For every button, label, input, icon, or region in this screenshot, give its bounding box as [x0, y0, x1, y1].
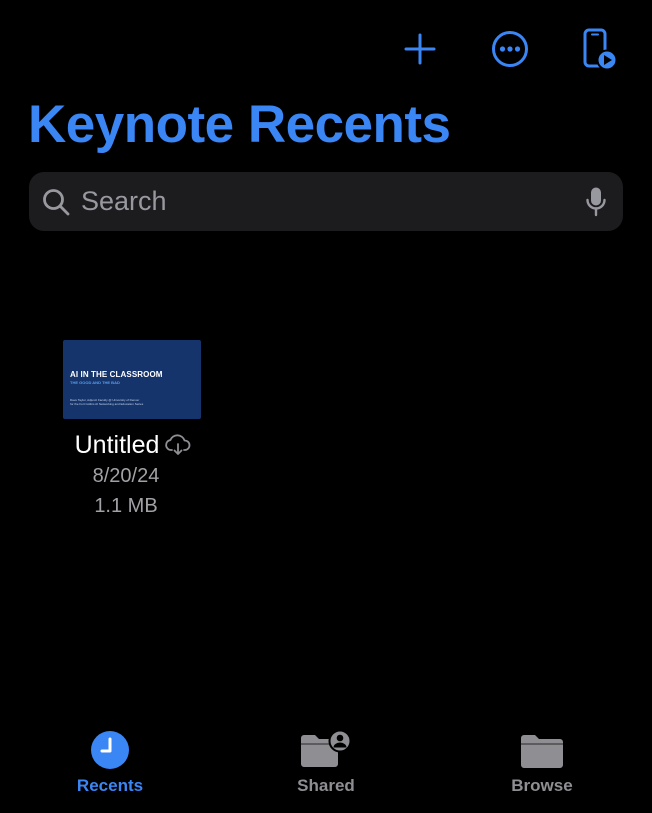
document-thumbnail[interactable]: AI IN THE CLASSROOM THE GOOD AND THE BAD… — [63, 340, 201, 419]
document-name: Untitled — [74, 431, 160, 459]
tab-browse[interactable]: Browse — [482, 712, 602, 796]
document-date: 8/20/24 — [92, 465, 160, 487]
thumbnail-event-line: for the Fort Collins AI Networking and E… — [70, 402, 144, 406]
plus-icon — [404, 33, 436, 65]
tab-recents[interactable]: Recents — [50, 712, 170, 796]
search-input[interactable] — [81, 181, 585, 222]
document-item[interactable]: AI IN THE CLASSROOM THE GOOD AND THE BAD… — [52, 340, 214, 521]
microphone-icon[interactable] — [585, 186, 607, 218]
tab-browse-label: Browse — [511, 776, 573, 795]
folder-icon — [521, 735, 563, 768]
tab-bar: Recents Shared Browse — [0, 712, 652, 813]
tab-shared-label: Shared — [297, 776, 355, 795]
toolbar — [398, 26, 622, 72]
thumbnail-title: AI IN THE CLASSROOM — [70, 370, 163, 379]
add-button[interactable] — [398, 27, 442, 71]
document-name-row: Untitled — [75, 430, 192, 460]
search-bar[interactable] — [29, 172, 623, 231]
clock-icon — [91, 731, 129, 769]
page-title: Keynote Recents — [28, 95, 451, 154]
document-size: 1.1 MB — [94, 495, 158, 517]
tab-recents-label: Recents — [76, 776, 144, 795]
thumbnail-subtitle: THE GOOD AND THE BAD — [70, 380, 120, 385]
phone-play-icon — [583, 28, 618, 70]
ellipsis-circle-icon — [492, 31, 528, 67]
more-button[interactable] — [488, 27, 532, 71]
search-icon — [43, 188, 70, 215]
present-button[interactable] — [578, 27, 622, 71]
shared-folder-icon — [301, 730, 352, 767]
tab-shared[interactable]: Shared — [266, 712, 386, 796]
icloud-download-icon[interactable] — [165, 434, 191, 456]
